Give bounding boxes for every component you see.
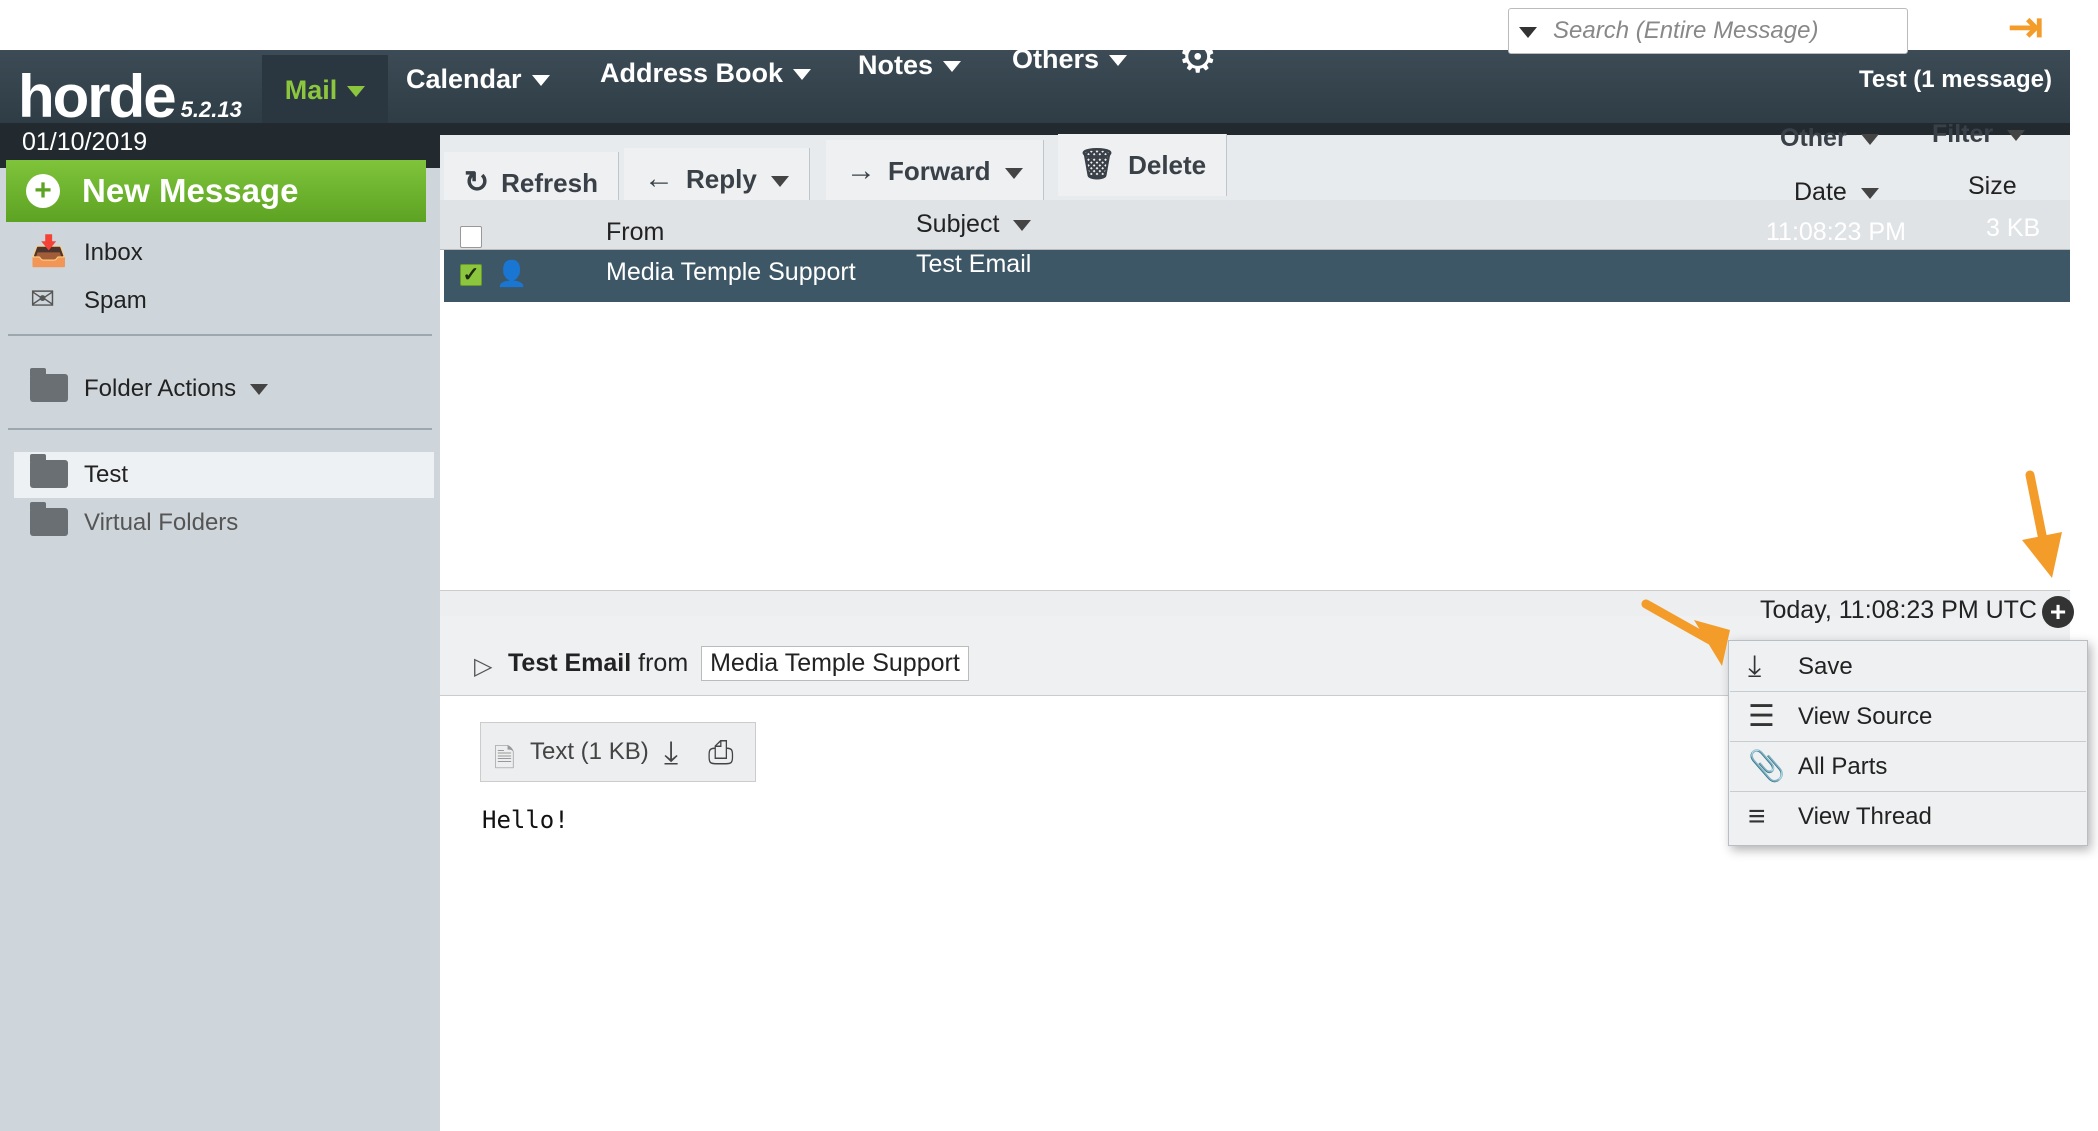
- arrow-to-save: [1641, 599, 1730, 666]
- annotation-arrows: [1641, 470, 2062, 666]
- horde-webmail-window: horde 5.2.13 Mail Calendar Address Book N…: [0, 0, 2098, 1131]
- arrow-to-plus: [2022, 470, 2062, 578]
